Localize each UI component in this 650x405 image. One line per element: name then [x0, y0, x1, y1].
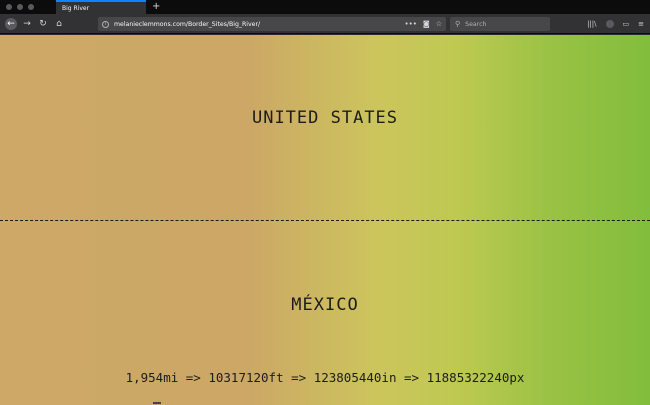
scroll-indicator [153, 402, 161, 404]
nav-toolbar: ← → ↻ ⌂ i melanieclemmons.com/Border_Sit… [0, 14, 650, 34]
north-country-label: UNITED STATES [251, 108, 399, 128]
reload-icon[interactable]: ↻ [37, 18, 49, 30]
search-icon: ⚲ [455, 20, 461, 28]
sidebar-icon[interactable]: ▭ [623, 20, 630, 28]
south-country-label: MÉXICO [291, 295, 359, 315]
search-bar[interactable]: ⚲ Search [450, 17, 550, 31]
border-line [0, 220, 650, 221]
tab-strip: Big River + [0, 0, 650, 14]
distance-conversion-text: 1,954mi => 10317120ft => 123805440in => … [125, 370, 525, 385]
home-icon[interactable]: ⌂ [53, 18, 65, 30]
close-window-button[interactable] [6, 4, 12, 10]
forward-icon[interactable]: → [21, 18, 33, 30]
toolbar-right-icons: |||\ ▭ ≡ [587, 14, 644, 34]
bookmark-star-icon[interactable]: ☆ [436, 20, 442, 28]
more-icon[interactable]: ••• [405, 20, 417, 28]
back-icon[interactable]: ← [5, 17, 17, 30]
url-bar[interactable]: i melanieclemmons.com/Border_Sites/Big_R… [98, 17, 446, 31]
window-controls [6, 4, 54, 10]
pocket-icon[interactable]: ◙ [423, 20, 430, 28]
minimize-window-button[interactable] [17, 4, 23, 10]
sync-account-icon[interactable] [605, 20, 614, 28]
search-input[interactable]: Search [465, 21, 486, 28]
info-icon[interactable]: i [102, 20, 109, 28]
library-icon[interactable]: |||\ [587, 20, 596, 28]
url-actions: ••• ◙ ☆ [405, 17, 442, 31]
page-content: UNITED STATES MÉXICO 1,954mi => 10317120… [0, 35, 650, 405]
menu-icon[interactable]: ≡ [638, 20, 644, 28]
new-tab-button[interactable]: + [152, 0, 160, 14]
zoom-window-button[interactable] [28, 4, 34, 10]
tab-big-river[interactable]: Big River [56, 0, 146, 14]
url-text[interactable]: melanieclemmons.com/Border_Sites/Big_Riv… [114, 21, 260, 28]
tab-title: Big River [62, 4, 90, 12]
